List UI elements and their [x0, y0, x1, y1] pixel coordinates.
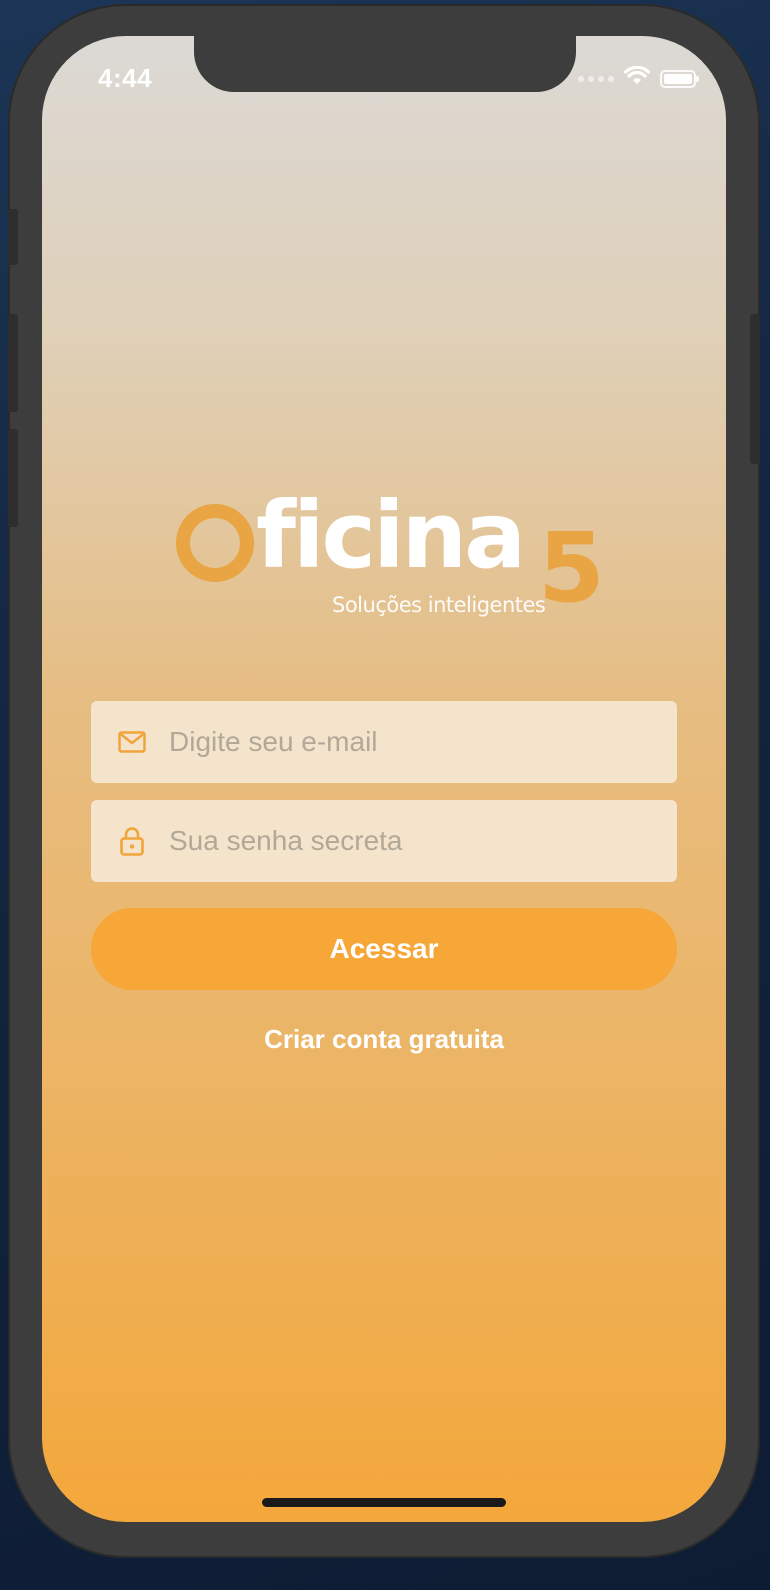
logo-tagline: Soluções inteligentes: [332, 593, 546, 617]
logo-o-ring: [176, 504, 254, 582]
notch: [194, 36, 576, 92]
battery-icon: [660, 69, 699, 88]
power-button: [750, 314, 760, 464]
email-input[interactable]: [167, 725, 651, 759]
home-indicator: [262, 1498, 506, 1507]
access-button[interactable]: Acessar: [91, 908, 677, 990]
app-screen: 4:44 ficina 5 Soluções inteligentes Digi…: [42, 36, 726, 1522]
email-field[interactable]: [91, 701, 677, 783]
password-input[interactable]: [167, 824, 651, 858]
logo-number: 5: [538, 512, 605, 624]
signal-dots-icon: [578, 75, 614, 82]
status-icons: [578, 65, 699, 91]
password-field[interactable]: [91, 800, 677, 882]
create-account-link[interactable]: Criar conta gratuita: [42, 1024, 726, 1055]
lock-icon: [117, 826, 147, 856]
status-time: 4:44: [98, 63, 153, 93]
logo-word: ficina: [256, 482, 526, 589]
mail-icon: [117, 727, 147, 757]
volume-up-button: [8, 314, 18, 412]
oficina5-logo: ficina 5 Soluções inteligentes: [176, 490, 605, 623]
wifi-icon: [623, 65, 651, 91]
volume-down-button: [8, 429, 18, 527]
mute-switch: [8, 209, 18, 265]
